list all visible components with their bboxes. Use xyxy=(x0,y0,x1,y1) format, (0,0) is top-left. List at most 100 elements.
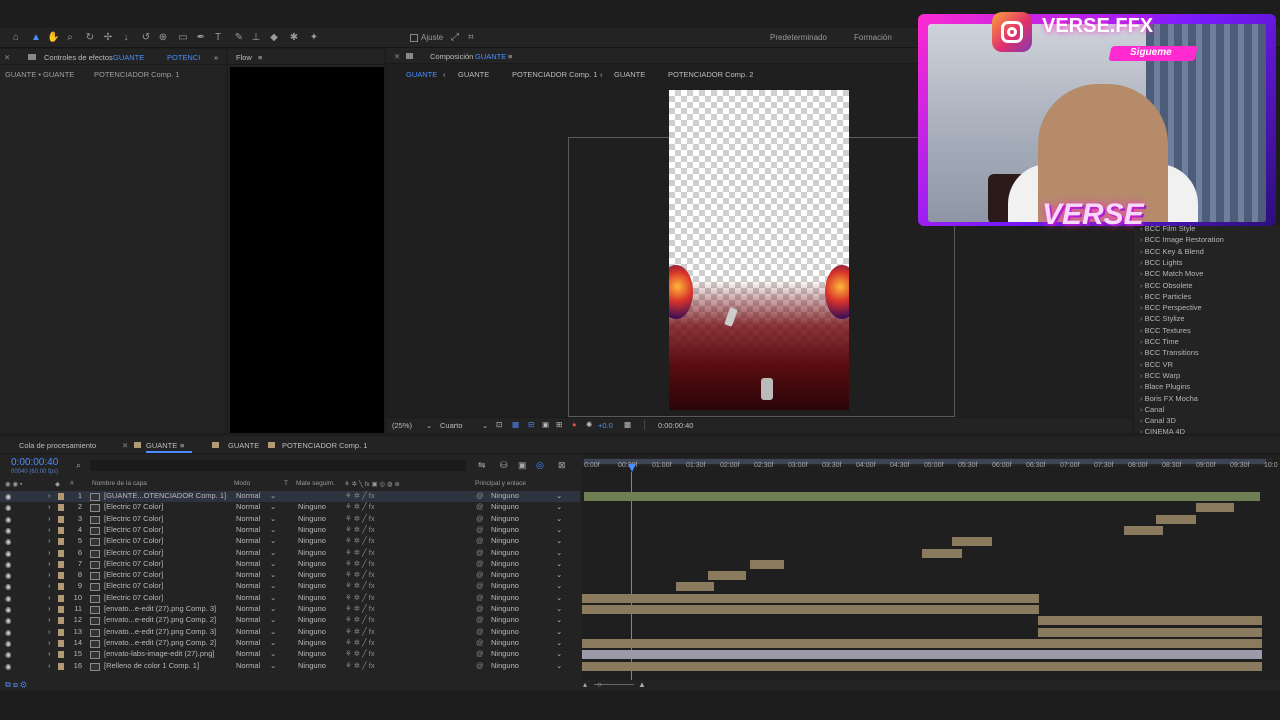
layer-row[interactable]: ◉ › 15 [envato-labs-image-edit (27).png] Nor… xyxy=(0,649,580,660)
blend-mode-dropdown[interactable]: Normal xyxy=(236,548,260,557)
snap-options-icon[interactable]: ⌗ xyxy=(465,32,477,44)
pan-behind-tool-icon[interactable]: ⊕ xyxy=(157,32,169,44)
toggle-switches-icon[interactable]: ⧉ ⧈ ⚙ xyxy=(5,680,27,690)
exposure-icon[interactable]: ✺ xyxy=(586,420,592,429)
composition-canvas[interactable] xyxy=(669,90,849,410)
blend-mode-dropdown[interactable]: Normal xyxy=(236,593,260,602)
parent-dropdown[interactable]: Ninguno xyxy=(491,491,519,500)
time-ruler[interactable]: 0:00f 00:30f 01:00f 01:30f 02:00f 02:30f 03:00… xyxy=(582,462,1280,482)
pick-whip-icon[interactable]: @ xyxy=(476,627,484,636)
workspace-default[interactable]: Predeterminado xyxy=(770,33,827,42)
label-color-swatch[interactable] xyxy=(58,651,64,659)
eye-icon[interactable]: ◉ xyxy=(5,526,12,535)
effect-category[interactable]: BCC Time xyxy=(1140,337,1179,346)
chevron-down-icon[interactable]: ⌄ xyxy=(556,502,562,511)
chevron-down-icon[interactable]: ⌄ xyxy=(556,570,562,579)
menu-icon[interactable]: ≡ xyxy=(508,52,512,61)
chevron-right-icon[interactable]: › xyxy=(48,604,51,613)
label-color-swatch[interactable] xyxy=(58,504,64,512)
pick-whip-icon[interactable]: @ xyxy=(476,570,484,579)
pan-tool-icon[interactable]: ✢ xyxy=(102,32,114,44)
nav-potenciador-2[interactable]: POTENCIADOR Comp. 2 xyxy=(668,70,753,79)
layer-switches-icons[interactable]: ⚘ ✲ ╱ fx xyxy=(345,525,375,534)
effect-category[interactable]: BCC Stylize xyxy=(1140,314,1185,323)
track-matte-dropdown[interactable]: Ninguno xyxy=(298,627,326,636)
chevron-down-icon[interactable]: ⌄ xyxy=(270,649,276,658)
effect-category[interactable]: Canal 3D xyxy=(1140,416,1176,425)
chevron-down-icon[interactable]: ⌄ xyxy=(270,502,276,511)
layer-clip-bar[interactable] xyxy=(1156,514,1196,524)
blend-mode-dropdown[interactable]: Normal xyxy=(236,604,260,613)
chevron-down-icon[interactable]: ⌄ xyxy=(556,661,562,670)
parent-dropdown[interactable]: Ninguno xyxy=(491,536,519,545)
puppet-tool-icon[interactable]: ✦ xyxy=(308,32,320,44)
layer-row[interactable]: ◉ › 5 [Electric 07 Color] Normal ⌄ Ninguno ⚘ ✲ … xyxy=(0,536,580,547)
chevron-right-icon[interactable]: › xyxy=(48,593,51,602)
label-color-swatch[interactable] xyxy=(58,549,64,557)
comp-mini-flowchart-icon[interactable]: ⇋ xyxy=(478,460,486,471)
layer-clip-bar[interactable] xyxy=(582,605,1039,614)
snapshot-icon[interactable]: ⊞ xyxy=(556,420,562,429)
parent-header[interactable]: Principal y enlace xyxy=(475,480,526,487)
label-color-swatch[interactable] xyxy=(58,493,64,500)
chevron-down-icon[interactable]: ⌄ xyxy=(556,638,562,647)
roto-brush-tool-icon[interactable]: ✱ xyxy=(288,32,300,44)
zoom-dropdown[interactable]: (25%) xyxy=(392,421,412,430)
layer-clip-bar[interactable] xyxy=(676,582,714,592)
composition-tab-label[interactable]: Composición xyxy=(430,52,473,61)
label-color-swatch[interactable] xyxy=(58,583,64,591)
type-tool-icon[interactable]: T xyxy=(212,32,224,44)
layer-name[interactable]: [envato-labs-image-edit (27).png] xyxy=(104,649,214,658)
ajuste-checkbox[interactable] xyxy=(410,34,418,42)
layer-switches-icons[interactable]: ⚘ ✲ ╱ fx xyxy=(345,559,375,568)
blend-mode-dropdown[interactable]: Normal xyxy=(236,627,260,636)
layer-switches-icons[interactable]: ⚘ ✲ ╱ fx xyxy=(345,593,375,602)
blend-mode-dropdown[interactable]: Normal xyxy=(236,525,260,534)
parent-dropdown[interactable]: Ninguno xyxy=(491,581,519,590)
eye-icon[interactable]: ◉ xyxy=(5,549,12,558)
layer-name[interactable]: [Electric 07 Color] xyxy=(104,548,163,557)
label-color-swatch[interactable] xyxy=(58,617,64,625)
track-matte-dropdown[interactable]: Ninguno xyxy=(298,649,326,658)
layer-clip-bar[interactable] xyxy=(582,661,1262,671)
effect-category[interactable]: BCC Perspective xyxy=(1140,303,1202,312)
chevron-down-icon[interactable]: ⌄ xyxy=(556,548,562,557)
effect-controls-tab-extra[interactable]: POTENCI xyxy=(167,53,200,62)
track-matte-dropdown[interactable]: Ninguno xyxy=(298,570,326,579)
layer-clip-bar[interactable] xyxy=(582,593,1039,603)
layer-switches-icons[interactable]: ⚘ ✲ ╱ fx xyxy=(345,649,375,658)
layer-clip-bar[interactable] xyxy=(1038,616,1262,626)
chevron-down-icon[interactable]: ⌄ xyxy=(556,491,562,500)
effect-category[interactable]: BCC Transitions xyxy=(1140,348,1199,357)
effect-controls-tab-label[interactable]: Controles de efectos xyxy=(44,53,113,62)
chevron-down-icon[interactable]: ⌄ xyxy=(270,615,276,624)
layer-clip-bar[interactable] xyxy=(582,650,1262,660)
pen-tool-icon[interactable]: ✒ xyxy=(195,32,207,44)
mask-visibility-icon[interactable]: ⊟ xyxy=(528,420,534,429)
eye-icon[interactable]: ◉ xyxy=(5,560,12,569)
nav-guante-2[interactable]: GUANTE xyxy=(458,70,489,79)
label-color-swatch[interactable] xyxy=(58,628,64,636)
exposure-value[interactable]: +0.0 xyxy=(598,421,613,430)
menu-icon[interactable]: ≡ xyxy=(180,441,184,450)
label-color-swatch[interactable] xyxy=(58,538,64,546)
parent-dropdown[interactable]: Ninguno xyxy=(491,661,519,670)
chevron-down-icon[interactable]: ⌄ xyxy=(270,627,276,636)
effect-category[interactable]: BCC Warp xyxy=(1140,371,1181,380)
chevron-down-icon[interactable]: ⌄ xyxy=(482,421,488,430)
layer-row[interactable]: ◉ › 9 [Electric 07 Color] Normal ⌄ Ninguno ⚘ ✲ … xyxy=(0,581,580,592)
chevron-right-icon[interactable]: › xyxy=(48,525,51,534)
close-icon[interactable]: ✕ xyxy=(4,53,10,62)
chevron-down-icon[interactable]: ⌄ xyxy=(556,559,562,568)
chevron-down-icon[interactable]: ⌄ xyxy=(556,615,562,624)
track-matte-dropdown[interactable]: Ninguno xyxy=(298,525,326,534)
panel-overflow-icon[interactable]: » xyxy=(214,53,218,62)
chevron-down-icon[interactable]: ⌄ xyxy=(270,604,276,613)
eye-icon[interactable]: ◉ xyxy=(5,503,12,512)
eye-icon[interactable]: ◉ xyxy=(5,571,12,580)
layer-row[interactable]: ◉ › 6 [Electric 07 Color] Normal ⌄ Ninguno ⚘ ✲ … xyxy=(0,548,580,559)
layer-clip-bar[interactable] xyxy=(708,571,746,581)
chevron-down-icon[interactable]: ⌄ xyxy=(270,638,276,647)
eye-icon[interactable]: ◉ xyxy=(5,515,12,524)
hand-tool-icon[interactable]: ✋ xyxy=(47,32,59,44)
